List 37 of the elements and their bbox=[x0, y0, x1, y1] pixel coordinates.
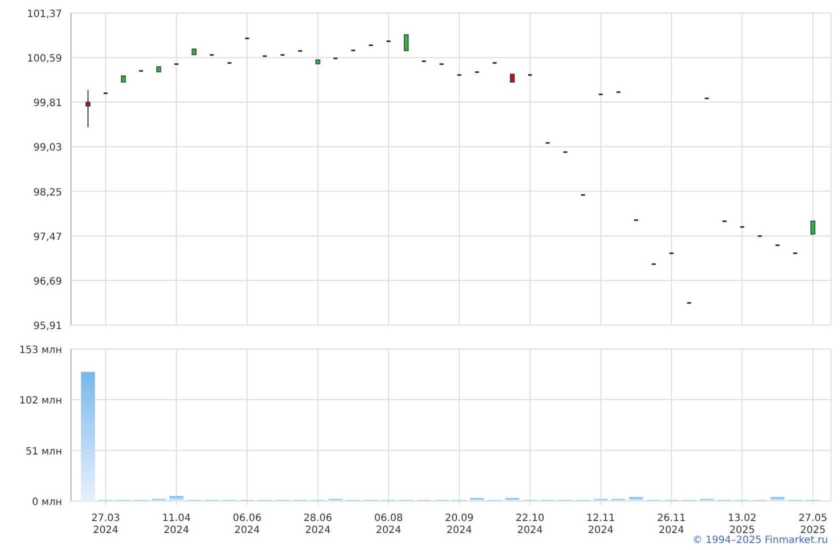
candle bbox=[120, 75, 126, 83]
candle bbox=[192, 48, 196, 56]
volume-bar bbox=[505, 498, 520, 501]
axis-label: 13.02 2025 bbox=[728, 513, 756, 535]
axis-label: 27.03 2024 bbox=[91, 513, 120, 535]
axis-label: 102 млн bbox=[19, 396, 62, 407]
axis-label: 0 млн bbox=[32, 497, 62, 508]
candle bbox=[156, 66, 162, 72]
candle bbox=[315, 59, 320, 64]
axis-label: 153 млн bbox=[19, 345, 62, 356]
volume-bar bbox=[629, 497, 644, 501]
axis-label: 101,37 bbox=[27, 9, 62, 20]
axis-label: 95,91 bbox=[33, 321, 62, 332]
candle bbox=[810, 220, 816, 235]
volume-bar bbox=[470, 498, 484, 501]
axis-label: 96,69 bbox=[33, 276, 62, 288]
axis-label: 26.11 2024 bbox=[657, 513, 686, 535]
axis-label: 97,47 bbox=[33, 232, 62, 243]
axis-label: 98,25 bbox=[33, 187, 62, 198]
volume-bar bbox=[770, 497, 785, 501]
axis-label: 99,03 bbox=[33, 142, 62, 154]
axis-label: 12.11 2024 bbox=[586, 513, 616, 535]
axis-label: 22.10 2024 bbox=[516, 513, 544, 535]
axis-label: 99,81 bbox=[33, 98, 62, 110]
axis-label: 28.06 2024 bbox=[304, 513, 332, 535]
credit-link[interactable]: © 1994–2025 Finmarket.ru bbox=[692, 535, 828, 550]
axis-label: 51 млн bbox=[26, 446, 62, 458]
axis-label: 100,59 bbox=[27, 54, 62, 65]
axis-label: 11.04 2024 bbox=[162, 513, 191, 535]
axis-label: 06.06 2024 bbox=[232, 513, 262, 535]
axis-label: 06.08 2024 bbox=[374, 513, 403, 535]
axis-label: 27.05 2025 bbox=[798, 513, 828, 535]
axis-label: 20.09 2024 bbox=[444, 513, 474, 535]
candle bbox=[404, 34, 409, 52]
candle bbox=[86, 90, 90, 128]
candle bbox=[510, 74, 515, 83]
volume-bar bbox=[169, 496, 184, 501]
